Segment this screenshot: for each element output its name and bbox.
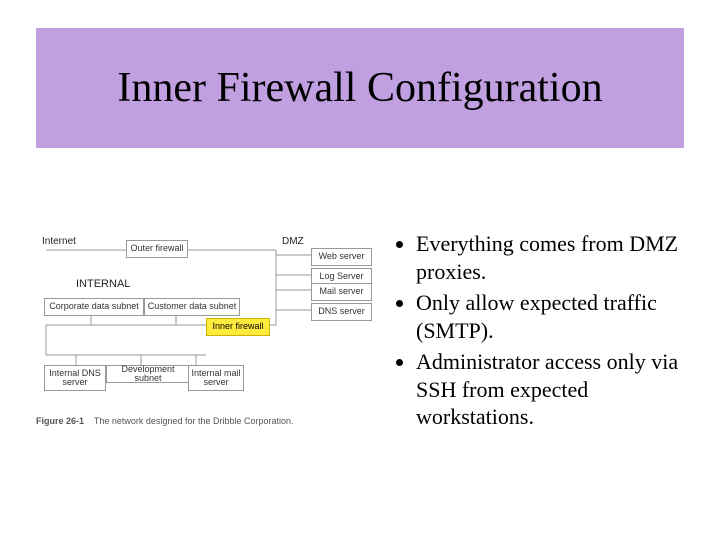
node-customer-subnet: Customer data subnet	[144, 298, 240, 316]
list-item: Administrator access only via SSH from e…	[416, 348, 684, 431]
node-outer-firewall: Outer firewall	[126, 240, 188, 258]
bullets-column: Everything comes from DMZ proxies. Only …	[396, 230, 684, 435]
body-area: Internet DMZ INTERNAL Outer firewall Web…	[36, 230, 684, 435]
node-inner-firewall: Inner firewall	[206, 318, 270, 336]
list-item: Everything comes from DMZ proxies.	[416, 230, 684, 285]
node-internal-mail: Internal mail server	[188, 365, 244, 391]
network-diagram: Internet DMZ INTERNAL Outer firewall Web…	[36, 230, 376, 410]
node-dns-server: DNS server	[311, 303, 372, 321]
node-web-server: Web server	[311, 248, 372, 266]
node-mail-server: Mail server	[311, 283, 372, 301]
node-internal-dns: Internal DNS server	[44, 365, 106, 391]
bullet-list: Everything comes from DMZ proxies. Only …	[396, 230, 684, 431]
diagram-caption: Figure 26-1 The network designed for the…	[36, 416, 376, 426]
node-development-subnet: Development subnet	[106, 365, 190, 383]
slide-title: Inner Firewall Configuration	[117, 64, 602, 112]
diagram-column: Internet DMZ INTERNAL Outer firewall Web…	[36, 230, 376, 426]
node-corporate-subnet: Corporate data subnet	[44, 298, 144, 316]
caption-text: The network designed for the Dribble Cor…	[94, 416, 294, 426]
label-internal: INTERNAL	[76, 278, 130, 290]
label-internet: Internet	[42, 236, 76, 247]
label-dmz: DMZ	[282, 236, 304, 247]
list-item: Only allow expected traffic (SMTP).	[416, 289, 684, 344]
slide: Inner Firewall Configuration	[0, 0, 720, 540]
title-band: Inner Firewall Configuration	[36, 28, 684, 148]
caption-label: Figure 26-1	[36, 416, 84, 426]
